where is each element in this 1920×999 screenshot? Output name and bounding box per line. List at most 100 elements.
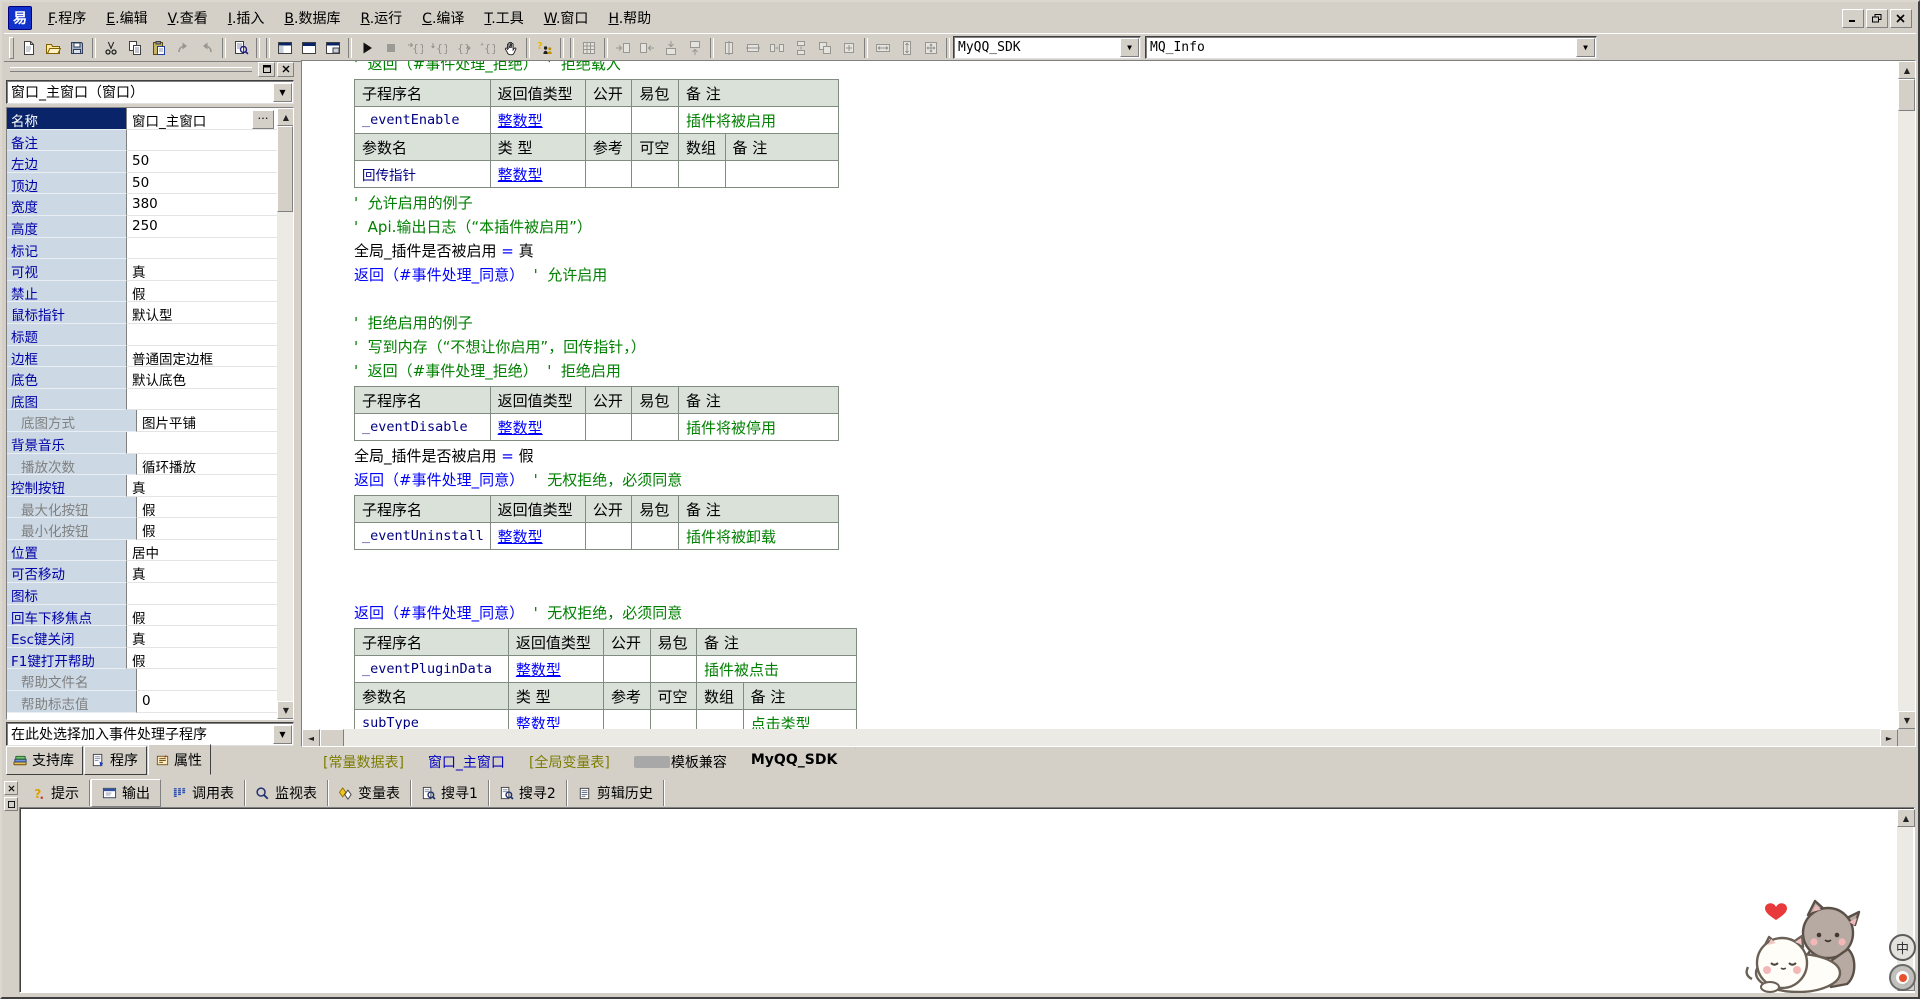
property-row[interactable]: 位置居中 [7, 540, 277, 562]
property-value[interactable]: 居中 [127, 540, 277, 562]
chevron-down-icon[interactable]: ▼ [273, 725, 292, 744]
tab-支持库[interactable]: 支持库 [6, 746, 83, 775]
property-row[interactable]: 鼠标指针默认型 [7, 302, 277, 324]
property-value[interactable] [137, 669, 277, 691]
editor-horizontal-scrollbar[interactable]: ◄ ► [302, 729, 1898, 746]
property-value[interactable]: 250 [127, 216, 277, 238]
copy-button[interactable] [123, 37, 147, 59]
code-line[interactable]: ' 返回（#事件处理_拒绝） ' 拒绝载入 [354, 60, 1898, 76]
property-value[interactable]: 50 [127, 173, 277, 195]
chevron-down-icon[interactable]: ▼ [273, 83, 292, 102]
scroll-down-icon[interactable]: ▼ [277, 701, 294, 719]
panel-tab-监视表[interactable]: 监视表 [245, 780, 328, 806]
property-value[interactable]: 默认型 [127, 302, 277, 324]
panel-tab-提示[interactable]: ?提示 [21, 780, 90, 806]
property-row[interactable]: 最小化按钮假 [7, 518, 277, 540]
code-line[interactable]: ' 允许启用的例子 [354, 191, 1898, 215]
paste-clipboard-button[interactable] [147, 37, 171, 59]
property-row[interactable]: 底色默认底色 [7, 367, 277, 389]
ime-state-button[interactable] [1889, 964, 1916, 991]
property-value[interactable] [127, 324, 277, 346]
layout-top-button[interactable] [297, 37, 321, 59]
code-line[interactable]: ' 拒绝启用的例子 [354, 311, 1898, 335]
code-line[interactable]: 返回（#事件处理_同意） ' 允许启用 [354, 263, 1898, 287]
blank-line[interactable] [354, 287, 1898, 311]
type-link[interactable]: 整数型 [508, 656, 603, 683]
document-tab-窗口_主窗口[interactable]: 窗口_主窗口 [410, 748, 523, 775]
scrollbar-thumb[interactable] [320, 729, 344, 747]
panel-tab-搜寻1[interactable]: 搜寻1 [411, 780, 489, 806]
property-value[interactable]: 假 [127, 648, 277, 670]
property-row[interactable]: 图标 [7, 583, 277, 605]
property-value[interactable]: 假 [127, 605, 277, 627]
panel-tab-搜寻2[interactable]: 搜寻2 [489, 780, 567, 806]
property-value[interactable] [127, 238, 277, 260]
scroll-up-icon[interactable]: ▲ [1898, 61, 1916, 79]
panel-close-button[interactable] [277, 62, 294, 77]
type-link[interactable]: 整数型 [490, 107, 585, 134]
menu-item-f[interactable]: F.程序 [38, 4, 96, 32]
event-handler-combo[interactable]: 在此处选择加入事件处理子程序 ▼ [6, 722, 294, 746]
panel-float-button[interactable] [258, 62, 275, 77]
property-row[interactable]: 回车下移焦点假 [7, 605, 277, 627]
code-line[interactable]: 全局_插件是否被启用 = 假 [354, 444, 1898, 468]
scroll-up-icon[interactable]: ▲ [277, 108, 294, 126]
object-selector-combo[interactable]: 窗口_主窗口（窗口） ▼ [6, 80, 294, 104]
layout-left-button[interactable] [273, 37, 297, 59]
property-value[interactable]: 普通固定边框 [127, 346, 277, 368]
property-value[interactable]: 假 [127, 281, 277, 303]
property-value[interactable]: 0 [137, 691, 277, 713]
property-row[interactable]: 可视真 [7, 259, 277, 281]
scroll-right-icon[interactable]: ► [1880, 729, 1898, 747]
property-value[interactable]: 50 [127, 151, 277, 173]
property-value[interactable]: 真 [127, 626, 277, 648]
scroll-left-icon[interactable]: ◄ [302, 729, 320, 747]
open-folder-button[interactable] [41, 37, 65, 59]
property-row[interactable]: 宽度380 [7, 194, 277, 216]
property-row[interactable]: 名称窗口_主窗口… [7, 108, 277, 130]
code-line[interactable]: 返回（#事件处理_同意） ' 无权拒绝，必须同意 [354, 601, 1898, 625]
chevron-down-icon[interactable]: ▼ [1120, 38, 1139, 57]
scrollbar-thumb[interactable] [1898, 79, 1915, 111]
property-row[interactable]: Esc键关闭真 [7, 626, 277, 648]
blank-line[interactable] [354, 553, 1898, 577]
menu-item-h[interactable]: H.帮助 [598, 4, 661, 32]
chevron-down-icon[interactable]: ▼ [1576, 38, 1595, 57]
property-row[interactable]: 控制按钮真 [7, 475, 277, 497]
output-area[interactable]: ▲ ▼ [19, 807, 1915, 993]
code-line[interactable]: ' 返回（#事件处理_拒绝） ' 拒绝启用 [354, 359, 1898, 383]
property-value[interactable] [127, 130, 277, 152]
property-value[interactable]: 真 [127, 475, 277, 497]
document-tab-常量数据表[interactable]: [常量数据表] [305, 748, 422, 775]
pause-hand-button[interactable] [499, 37, 523, 59]
document-tab-全局变量表[interactable]: [全局变量表] [511, 748, 628, 775]
property-grid-scrollbar[interactable]: ▲ ▼ [277, 108, 293, 719]
type-link[interactable]: 整数型 [490, 523, 585, 550]
property-row[interactable]: 标题 [7, 324, 277, 346]
scroll-up-icon[interactable]: ▲ [1897, 809, 1915, 827]
code-line[interactable]: ' 写到内存（“不想让你启用”，回传指针，） [354, 335, 1898, 359]
property-value[interactable]: 默认底色 [127, 367, 277, 389]
menu-item-b[interactable]: B.数据库 [274, 4, 350, 32]
type-link[interactable]: 整数型 [508, 710, 603, 730]
toolbar-grip[interactable] [9, 37, 14, 59]
save-floppy-button[interactable] [65, 37, 89, 59]
menu-item-c[interactable]: C.编译 [412, 4, 474, 32]
document-tab-MyQQ_SDK[interactable]: MyQQ_SDK [733, 748, 855, 775]
property-row[interactable]: 底图 [7, 389, 277, 411]
find-replace-button[interactable] [229, 37, 253, 59]
property-row[interactable]: 标记 [7, 238, 277, 260]
property-row[interactable]: 播放次数循环播放 [7, 454, 277, 476]
property-row[interactable]: 背景音乐 [7, 432, 277, 454]
ime-language-button[interactable]: 中 [1889, 934, 1916, 961]
layout-split-button[interactable] [321, 37, 345, 59]
property-row[interactable]: 顶边50 [7, 173, 277, 195]
menu-item-i[interactable]: I.插入 [218, 4, 275, 32]
code-line[interactable]: 全局_插件是否被启用 = 真 [354, 239, 1898, 263]
property-value[interactable]: 真 [127, 561, 277, 583]
type-link[interactable]: 整数型 [490, 161, 585, 188]
minimize-button[interactable] [1842, 9, 1864, 28]
property-row[interactable]: F1键打开帮助假 [7, 648, 277, 670]
menu-item-t[interactable]: T.工具 [474, 4, 533, 32]
panel-tab-剪辑历史[interactable]: 剪辑历史 [567, 780, 664, 806]
